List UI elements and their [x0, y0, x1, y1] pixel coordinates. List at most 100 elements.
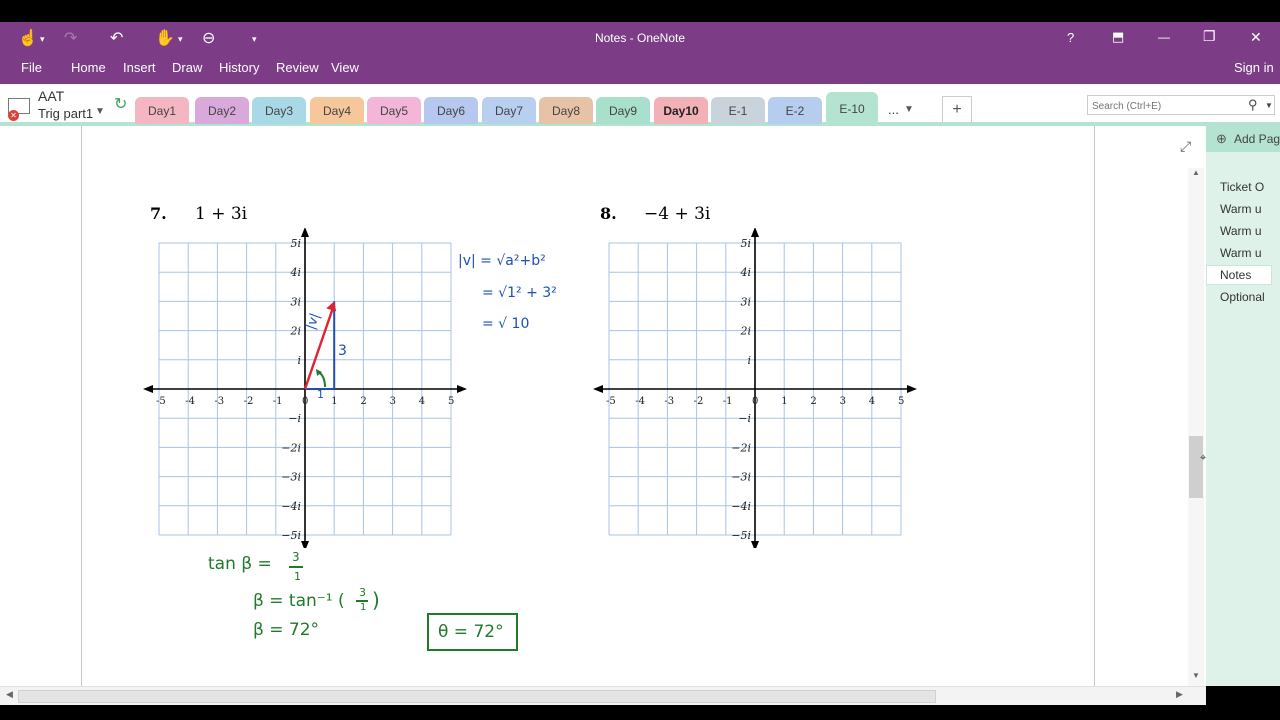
section-tab-day1[interactable]: Day1 — [135, 97, 189, 124]
page-item[interactable]: Optional — [1220, 290, 1280, 304]
section-tab-e-10[interactable]: E-10 — [826, 92, 878, 126]
base-length-label: 1 — [317, 388, 324, 401]
back-icon[interactable]: ⊖ — [202, 28, 215, 48]
scroll-up-icon[interactable]: ▲ — [1192, 168, 1200, 177]
section-tab-day6[interactable]: Day6 — [424, 97, 478, 124]
problem-7-number: 7. — [150, 204, 167, 223]
y-tick-label: −4i — [731, 500, 751, 513]
axis-arrow — [593, 385, 603, 393]
axis-arrow — [751, 228, 759, 237]
tan-line-2: β = tan⁻¹ ( — [253, 591, 345, 611]
menu-draw[interactable]: Draw — [172, 60, 202, 75]
section-tab-day4[interactable]: Day4 — [310, 97, 364, 124]
menu-history[interactable]: History — [219, 60, 259, 75]
x-tick-label: 0 — [752, 396, 758, 407]
y-tick-label: −i — [738, 412, 751, 425]
chevron-down-icon[interactable]: ▾ — [40, 34, 45, 45]
redo-icon[interactable]: ↷ — [64, 28, 77, 48]
scrollbar-thumb[interactable] — [1189, 436, 1203, 498]
tan-line-3: β = 72° — [253, 620, 320, 640]
add-page-label: Add Pag — [1234, 132, 1280, 146]
problem-8-expression: −4 + 3i — [644, 204, 711, 224]
y-tick-label: 4i — [739, 266, 751, 279]
customize-quick-access-icon[interactable]: ▾ — [252, 34, 257, 45]
undo-icon[interactable]: ↶ — [110, 28, 123, 48]
chevron-down-icon[interactable]: ▼ — [904, 104, 914, 115]
menu-home[interactable]: Home — [71, 60, 106, 75]
page-item[interactable]: Ticket O — [1220, 180, 1280, 194]
more-sections-button[interactable]: ... — [888, 102, 899, 117]
vertical-scrollbar[interactable]: ▲ ▼ — [1188, 168, 1204, 686]
section-tab-day10[interactable]: Day10 — [654, 97, 708, 124]
menu-view[interactable]: View — [331, 60, 359, 75]
title-bar: ☝ ▾ ↷ ↶ ✋ ▾ ⊖ ▾ Notes - OneNote ? ⬒ — ❐ … — [0, 22, 1280, 56]
side-length-label: 3 — [338, 343, 347, 359]
menu-file[interactable]: File — [21, 60, 42, 75]
axis-arrow — [907, 385, 917, 393]
page-item[interactable]: Warm u — [1220, 246, 1280, 260]
close-button[interactable]: ✕ — [1250, 29, 1262, 46]
magnitude-line-2: = √1² + 3² — [482, 285, 557, 301]
inner-fraction-numerator: 3 — [359, 586, 366, 599]
scroll-left-icon[interactable]: ◀ — [6, 689, 13, 700]
section-tab-day9[interactable]: Day9 — [596, 97, 650, 124]
y-tick-label: −3i — [731, 471, 751, 484]
x-tick-label: -1 — [723, 396, 733, 407]
chevron-down-icon[interactable]: ▾ — [178, 34, 183, 45]
complex-plane-grid-8: -5 -4 -3 -2 -1 0 1 2 3 4 5 5i 4i 3i 2i i −i −2i −3i −4i −5i — [593, 228, 917, 548]
page-item[interactable]: Warm u — [1220, 202, 1280, 216]
scrollbar-thumb[interactable] — [18, 690, 936, 703]
search-input[interactable] — [1090, 100, 1244, 113]
sync-icon[interactable]: ↻ — [114, 94, 127, 114]
fraction-denominator: 1 — [294, 570, 301, 583]
page-margin-right — [1094, 126, 1095, 686]
expand-icon[interactable]: ⤢ — [1180, 138, 1191, 155]
touch-mode-icon[interactable]: ☝ — [18, 28, 38, 48]
section-tab-e-2[interactable]: E-2 — [768, 97, 822, 124]
ribbon-display-button[interactable]: ⬒ — [1112, 29, 1124, 45]
x-tick-label: -5 — [606, 396, 616, 407]
y-tick-label: −5i — [731, 529, 751, 542]
notebook-dropdown-icon[interactable]: ▼ — [95, 106, 105, 117]
page-list-pane: ⊕ Add Pag Ticket O Warm u Warm u Warm u … — [1206, 126, 1280, 686]
current-section[interactable]: Trig part1 — [38, 106, 93, 121]
scroll-down-icon[interactable]: ▼ — [1192, 671, 1200, 680]
pane-resize-handle[interactable]: ⌖ — [1200, 452, 1206, 465]
notebook-name[interactable]: AAT — [38, 88, 64, 104]
add-page-button[interactable]: ⊕ Add Pag — [1206, 126, 1280, 152]
window-title: Notes - OneNote — [594, 31, 686, 45]
x-tick-label: 2 — [810, 396, 816, 407]
plus-circle-icon: ⊕ — [1216, 131, 1227, 146]
touch-draw-icon[interactable]: ✋ — [155, 28, 175, 48]
maximize-button[interactable]: ❐ — [1203, 28, 1216, 45]
section-tab-e-1[interactable]: E-1 — [711, 97, 765, 124]
tan-line-1: tan β = — [208, 554, 272, 574]
search-box[interactable]: ⚲ ▼ — [1087, 95, 1275, 115]
add-section-button[interactable]: + — [942, 96, 972, 123]
inner-fraction-denominator: 1 — [360, 602, 367, 613]
vector-drawing — [303, 301, 337, 390]
fraction-numerator: 3 — [292, 550, 300, 564]
menu-insert[interactable]: Insert — [123, 60, 156, 75]
page-item-selected[interactable]: Notes — [1220, 268, 1280, 282]
section-tab-day7[interactable]: Day7 — [482, 97, 536, 124]
section-tab-day2[interactable]: Day2 — [195, 97, 249, 124]
minimize-button[interactable]: — — [1158, 30, 1170, 44]
help-button[interactable]: ? — [1067, 30, 1074, 45]
menu-review[interactable]: Review — [276, 60, 319, 75]
y-tick-label: 5i — [740, 237, 751, 250]
x-tick-label: -2 — [694, 396, 704, 407]
sign-in-link[interactable]: Sign in — [1234, 60, 1274, 75]
x-tick-label: 3 — [840, 396, 846, 407]
section-tab-day5[interactable]: Day5 — [367, 97, 421, 124]
horizontal-scrollbar[interactable]: ◀ ▶ — [0, 686, 1206, 705]
y-tick-label: 2i — [739, 325, 751, 338]
search-scope-dropdown-icon[interactable]: ▼ — [1265, 101, 1273, 110]
section-tab-day8[interactable]: Day8 — [539, 97, 593, 124]
y-tick-label: 3i — [740, 295, 751, 308]
ribbon-tabs: File Home Insert Draw History Review Vie… — [0, 56, 1280, 84]
search-icon[interactable]: ⚲ — [1248, 97, 1258, 113]
section-tab-day3[interactable]: Day3 — [252, 97, 306, 124]
page-item[interactable]: Warm u — [1220, 224, 1280, 238]
scroll-right-icon[interactable]: ▶ — [1176, 689, 1183, 700]
